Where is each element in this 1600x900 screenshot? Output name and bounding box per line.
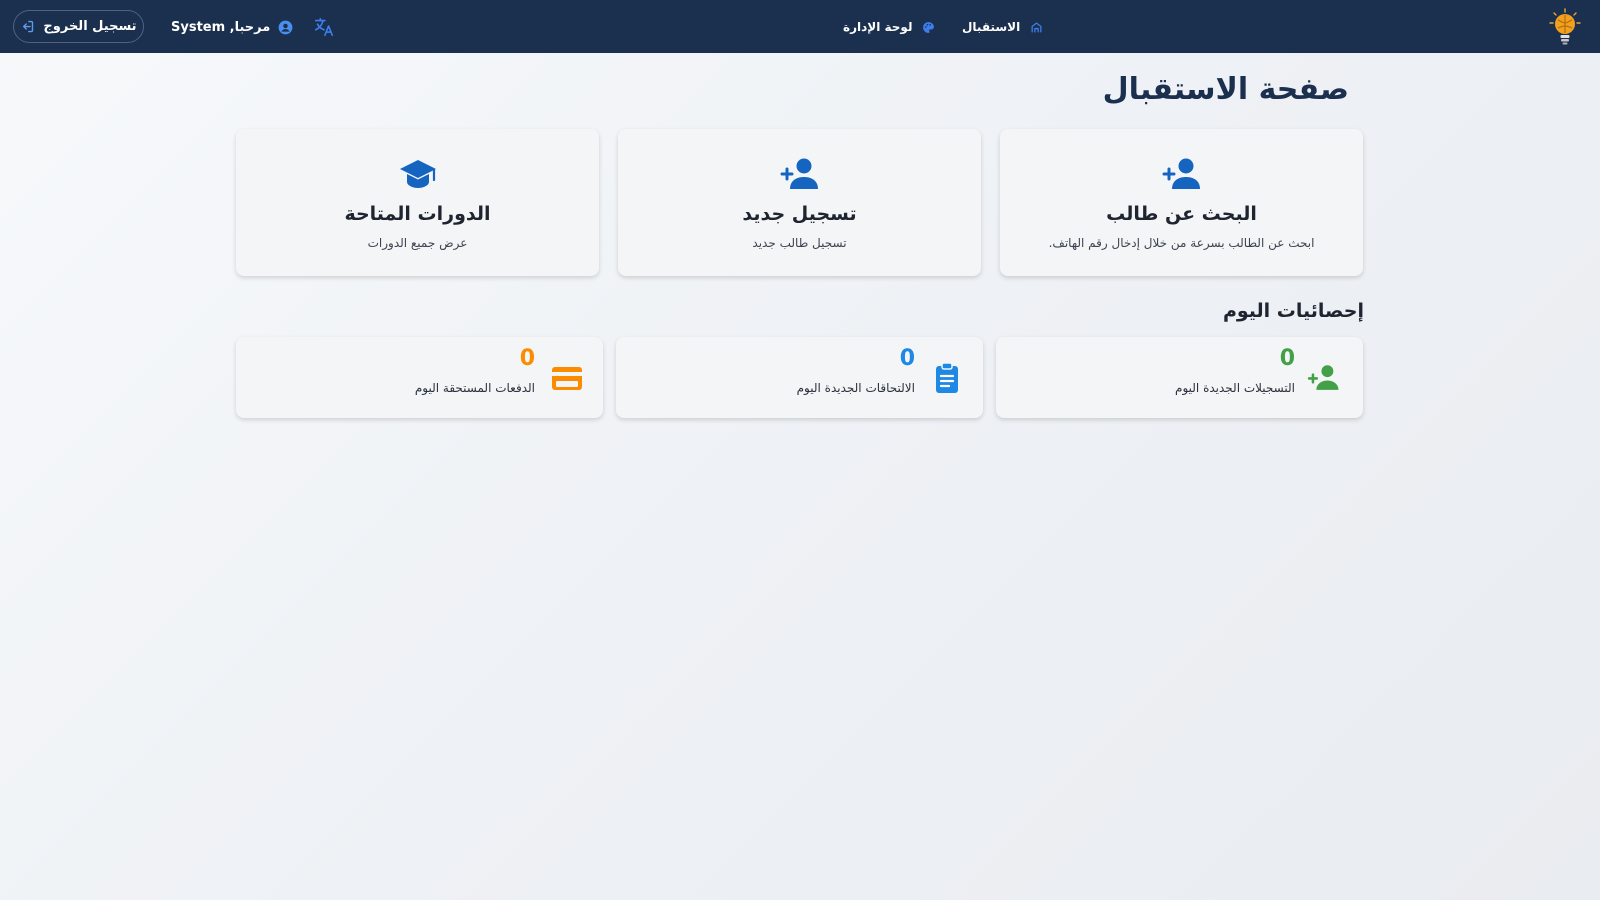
card-available-courses[interactable]: الدورات المتاحة عرض جميع الدورات xyxy=(236,129,599,276)
nav-reception-label: الاستقبال xyxy=(962,20,1021,34)
nav-admin-dashboard[interactable]: لوحة الإدارة xyxy=(843,17,935,37)
page-title: صفحة الاستقبال xyxy=(1102,72,1349,107)
stat-due-payments: 0 الدفعات المستحقة اليوم xyxy=(236,337,603,418)
stat-new-registrations: 0 التسجيلات الجديدة اليوم xyxy=(996,337,1363,418)
card-register-title: تسجيل جديد xyxy=(742,203,857,225)
stats-section-title: إحصائيات اليوم xyxy=(1222,300,1364,322)
card-search-student[interactable]: البحث عن طالب ابحث عن الطالب بسرعة من خل… xyxy=(1000,129,1363,276)
welcome-label: مرحبا, System xyxy=(171,19,271,35)
top-navbar: تسجيل الخروج مرحبا, System الاستقبال لوح… xyxy=(0,0,1600,53)
card-search-title: البحث عن طالب xyxy=(1106,203,1257,225)
card-courses-title: الدورات المتاحة xyxy=(344,203,491,225)
clipboard-icon xyxy=(936,362,958,393)
stat-payments-value: 0 xyxy=(519,346,535,371)
graduation-cap-icon xyxy=(399,160,436,188)
stat-registrations-value: 0 xyxy=(1279,346,1295,371)
logout-label: تسجيل الخروج xyxy=(43,19,137,34)
welcome-user: مرحبا, System xyxy=(171,17,293,37)
person-add-icon xyxy=(1307,365,1339,390)
card-search-description: ابحث عن الطالب بسرعة من خلال إدخال رقم ا… xyxy=(1048,236,1315,250)
card-courses-description: عرض جميع الدورات xyxy=(367,236,468,250)
stat-enrollments-value: 0 xyxy=(899,346,915,371)
user-circle-icon xyxy=(278,20,293,34)
stat-registrations-label: التسجيلات الجديدة اليوم xyxy=(1175,381,1295,395)
stat-new-enrollments: 0 الالتحاقات الجديدة اليوم xyxy=(616,337,983,418)
logout-button[interactable]: تسجيل الخروج xyxy=(13,10,144,43)
card-new-registration[interactable]: تسجيل جديد تسجيل طالب جديد xyxy=(618,129,981,276)
stat-payments-label: الدفعات المستحقة اليوم xyxy=(414,381,535,395)
person-add-icon xyxy=(1162,158,1200,189)
lightbulb-brain-logo[interactable] xyxy=(1548,8,1582,46)
translate-icon[interactable] xyxy=(313,16,335,38)
logout-icon xyxy=(23,20,34,33)
credit-card-icon xyxy=(552,367,582,390)
person-add-icon xyxy=(780,158,818,189)
nav-reception[interactable]: الاستقبال xyxy=(962,17,1043,37)
card-register-description: تسجيل طالب جديد xyxy=(752,236,847,250)
nav-admin-label: لوحة الإدارة xyxy=(843,20,913,34)
palette-icon xyxy=(923,21,935,33)
home-icon xyxy=(1031,22,1042,32)
stat-enrollments-label: الالتحاقات الجديدة اليوم xyxy=(796,381,915,395)
